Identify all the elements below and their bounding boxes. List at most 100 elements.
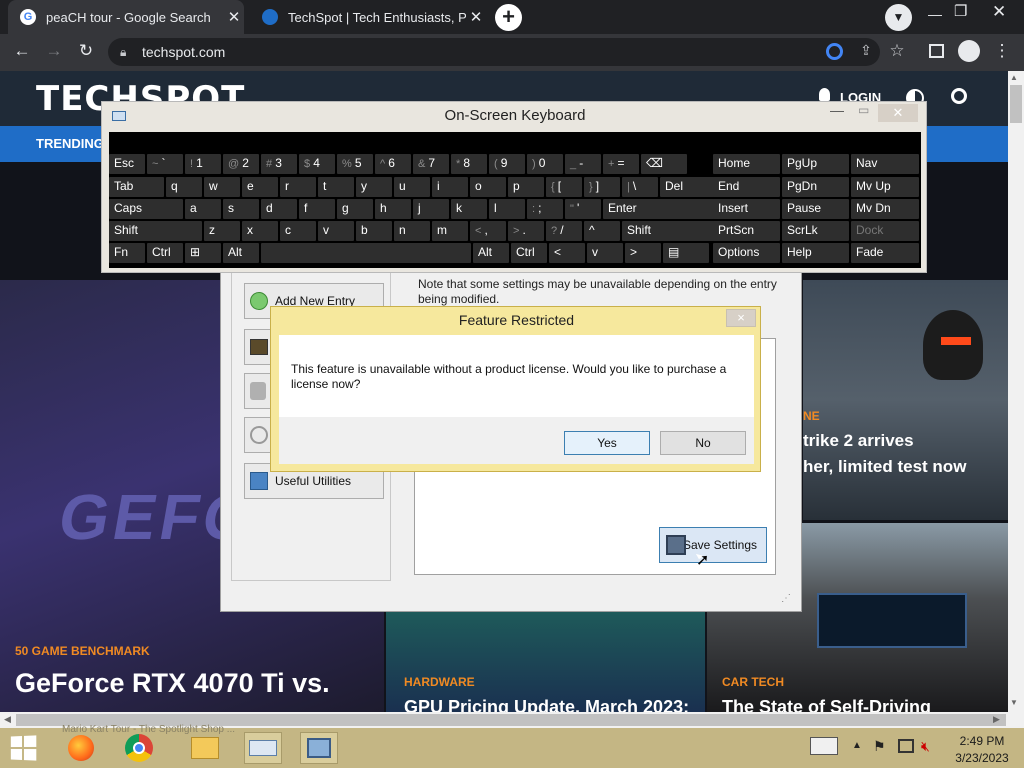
dialog-close-button[interactable]: × [726, 309, 756, 327]
vertical-scrollbar[interactable]: ▲ ▼ [1008, 71, 1024, 712]
osk-nav-key[interactable]: End [713, 177, 780, 197]
osk-key[interactable]: * 8 [451, 154, 487, 174]
scroll-left-icon[interactable]: ◀ [4, 714, 11, 725]
osk-key[interactable]: Enter [603, 199, 715, 219]
share-icon[interactable]: ⇪ [854, 42, 878, 59]
osk-taskbar-button[interactable] [244, 732, 282, 764]
osk-key[interactable]: z [204, 221, 240, 241]
osk-key[interactable]: _ - [565, 154, 601, 174]
osk-key[interactable]: o [470, 177, 506, 197]
osk-key[interactable]: a [185, 199, 221, 219]
osk-key[interactable]: Alt [473, 243, 509, 263]
chrome-taskbar-button[interactable] [120, 732, 158, 764]
yes-button[interactable]: Yes [564, 431, 650, 455]
osk-key[interactable]: w [204, 177, 240, 197]
osk-nav-key[interactable]: Fade [851, 243, 919, 263]
osk-key[interactable]: Shift [109, 221, 202, 241]
profile-avatar-icon[interactable] [958, 40, 980, 62]
osk-nav-key[interactable]: Dock [851, 221, 919, 241]
touch-keyboard-icon[interactable] [810, 737, 838, 755]
osk-key[interactable] [261, 243, 471, 263]
osk-key[interactable]: > . [508, 221, 544, 241]
osk-key[interactable]: n [394, 221, 430, 241]
reload-icon[interactable]: ↻ [74, 41, 98, 61]
minimize-icon[interactable]: — [928, 6, 942, 22]
osk-key[interactable]: d [261, 199, 297, 219]
osk-maximize-icon[interactable]: ▭ [858, 103, 869, 117]
address-bar[interactable]: 🔒︎ techspot.com [108, 38, 880, 66]
restore-icon[interactable]: ❐ [954, 2, 967, 20]
osk-key[interactable]: Caps [109, 199, 183, 219]
side-panel-icon[interactable] [929, 44, 944, 58]
osk-nav-key[interactable]: PgDn [782, 177, 849, 197]
menu-dots-icon[interactable]: ⋮ [990, 41, 1014, 61]
osk-key[interactable]: > [625, 243, 661, 263]
no-button[interactable]: No [660, 431, 746, 455]
osk-key[interactable]: q [166, 177, 202, 197]
close-tab-icon[interactable]: ✕ [224, 8, 244, 26]
osk-key[interactable]: g [337, 199, 373, 219]
osk-key[interactable]: % 5 [337, 154, 373, 174]
osk-key[interactable]: v [587, 243, 623, 263]
osk-key[interactable]: " ' [565, 199, 601, 219]
osk-key[interactable]: l [489, 199, 525, 219]
osk-nav-key[interactable]: Home [713, 154, 780, 174]
osk-nav-key[interactable]: ScrLk [782, 221, 849, 241]
tab-search-chevron-icon[interactable]: ▼ [885, 4, 912, 31]
scroll-up-icon[interactable]: ▲ [1010, 73, 1018, 82]
osk-key[interactable]: y [356, 177, 392, 197]
osk-key[interactable]: Tab [109, 177, 164, 197]
resize-grip-icon[interactable]: ⋰ [781, 593, 791, 604]
clock-date[interactable]: 3/23/2023 [950, 751, 1014, 765]
osk-key[interactable]: Fn [109, 243, 145, 263]
osk-key[interactable]: i [432, 177, 468, 197]
osk-nav-key[interactable]: Pause [782, 199, 849, 219]
osk-nav-key[interactable]: PgUp [782, 154, 849, 174]
osk-key[interactable]: u [394, 177, 430, 197]
osk-key[interactable]: c [280, 221, 316, 241]
osk-key[interactable]: e [242, 177, 278, 197]
close-window-icon[interactable]: ✕ [992, 2, 1006, 22]
osk-key[interactable]: Ctrl [511, 243, 547, 263]
osk-key[interactable]: s [223, 199, 259, 219]
osk-minimize-icon[interactable]: — [830, 102, 844, 118]
osk-key[interactable]: Alt [223, 243, 259, 263]
osk-nav-key[interactable]: Insert [713, 199, 780, 219]
osk-nav-key[interactable]: Help [782, 243, 849, 263]
osk-key[interactable]: Ctrl [147, 243, 183, 263]
show-hidden-icons-icon[interactable]: ▲ [852, 740, 862, 751]
clock-time[interactable]: 2:49 PM [956, 734, 1008, 748]
osk-key[interactable]: ? / [546, 221, 582, 241]
osk-key[interactable]: @ 2 [223, 154, 259, 174]
osk-key[interactable]: < [549, 243, 585, 263]
osk-close-icon[interactable]: ✕ [878, 104, 918, 122]
osk-key[interactable]: ~ ` [147, 154, 183, 174]
article-card[interactable]: NE trike 2 arrives her, limited test now [803, 280, 1008, 520]
osk-key[interactable]: f [299, 199, 335, 219]
osk-key[interactable]: k [451, 199, 487, 219]
osk-key[interactable]: $ 4 [299, 154, 335, 174]
scroll-down-icon[interactable]: ▼ [1010, 698, 1018, 707]
osk-nav-key[interactable]: Mv Dn [851, 199, 919, 219]
osk-key[interactable]: ⊞ [185, 243, 221, 263]
explorer-taskbar-button[interactable] [186, 732, 224, 764]
article-card[interactable]: HARDWARE GPU Pricing Update, March 2023: [386, 612, 705, 712]
save-settings-button[interactable]: Save Settings [659, 527, 767, 563]
network-icon[interactable] [898, 739, 914, 753]
osk-key[interactable]: h [375, 199, 411, 219]
osk-key[interactable]: ! 1 [185, 154, 221, 174]
osk-key[interactable]: t [318, 177, 354, 197]
close-tab-icon[interactable]: ✕ [466, 8, 486, 26]
osk-key[interactable]: r [280, 177, 316, 197]
osk-key[interactable]: : ; [527, 199, 563, 219]
osk-key[interactable]: < , [470, 221, 506, 241]
osk-nav-key[interactable]: PrtScn [713, 221, 780, 241]
new-tab-button[interactable]: + [495, 4, 522, 31]
volume-muted-icon[interactable]: 🔇︎ [921, 738, 930, 755]
back-icon[interactable]: ← [10, 41, 34, 61]
osk-key[interactable]: ^ 6 [375, 154, 411, 174]
osk-nav-key[interactable]: Nav [851, 154, 919, 174]
trending-label[interactable]: TRENDING [36, 136, 104, 151]
osk-key[interactable]: j [413, 199, 449, 219]
forward-icon[interactable]: → [42, 41, 66, 61]
